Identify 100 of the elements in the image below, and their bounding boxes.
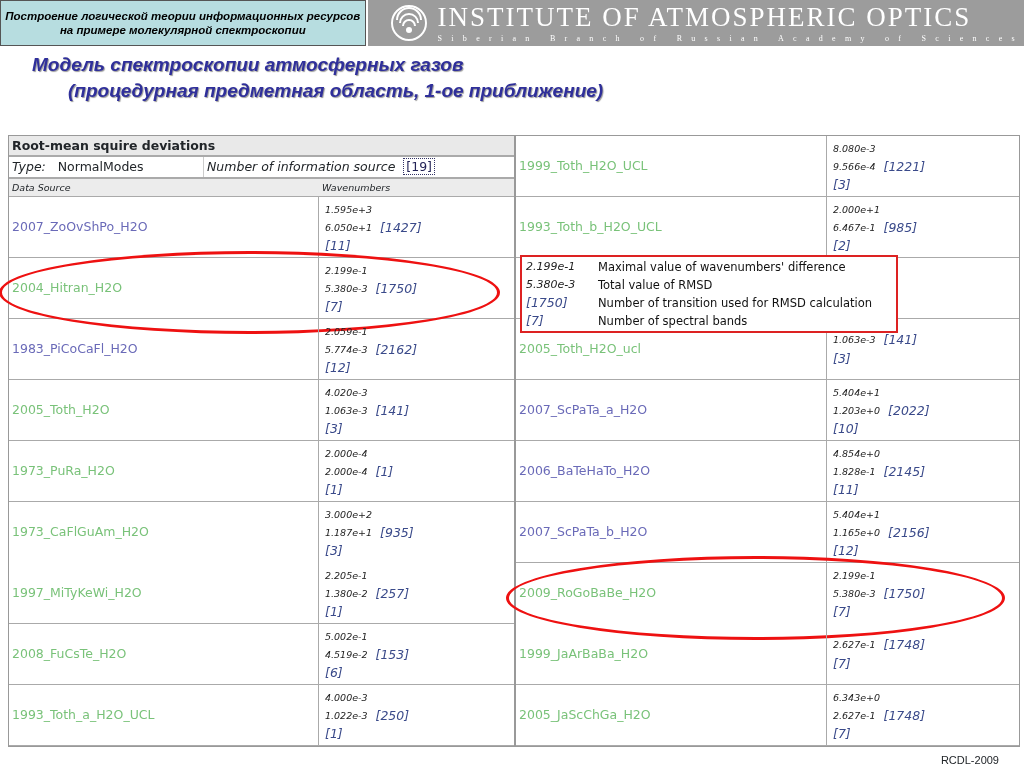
rmsd-value: 2.627e-1	[833, 638, 876, 652]
rmsd-value: 5.774e-3	[325, 342, 368, 357]
rmsd-value: 1.187e+1	[325, 526, 373, 540]
legend-value: 2.199e-1	[526, 259, 577, 275]
column-header: Wavenumbers	[321, 181, 392, 195]
source-link[interactable]: 2007_ZoOvShPo_H2O	[12, 217, 148, 237]
band-count: [7]	[325, 297, 343, 315]
legend-value: [1750]	[526, 294, 569, 312]
band-count: [11]	[833, 480, 859, 498]
slide-title: (процедурная предметная область, 1-ое приближение)	[68, 80, 604, 101]
band-count: [3]	[833, 350, 851, 367]
max-value: 5.404e+1	[833, 385, 881, 400]
type-label: Type:	[12, 159, 46, 174]
max-value: 2.199e-1	[325, 263, 368, 278]
transition-count: [141]	[883, 331, 918, 348]
band-count: [1]	[325, 724, 343, 742]
transition-count: [1748]	[883, 636, 926, 653]
rmsd-value: 6.467e-1	[833, 220, 876, 235]
rmsd-value: 4.519e-2	[325, 647, 368, 662]
band-count: [10]	[833, 419, 859, 437]
institute-name: INSTITUTE OF ATMOSPHERIC OPTICS	[437, 3, 973, 31]
banner-text: Построение логической теории информационных ресурсов	[5, 8, 361, 23]
rmsd-value: 5.380e-3	[325, 281, 368, 296]
rmsd-value: 1.203e+0	[833, 403, 881, 418]
logo-icon	[389, 4, 428, 42]
max-value: 5.404e+1	[833, 507, 881, 522]
sources-label: Number of information source	[207, 159, 396, 174]
band-count: [3]	[833, 175, 851, 193]
rmsd-value: 1.828e-1	[833, 464, 876, 479]
legend-value: [7]	[526, 312, 545, 330]
rmsd-value: 1.380e-2	[325, 586, 368, 601]
source-link[interactable]: 1993_Toth_a_H2O_UCL	[12, 705, 155, 725]
max-value: 2.199e-1	[833, 568, 876, 583]
slide-title: Модель спектроскопии атмосферных газов	[32, 54, 464, 75]
rmsd-value: 1.063e-3	[833, 333, 876, 347]
transition-count: [257]	[375, 584, 410, 602]
max-value: 4.000e-3	[325, 690, 368, 705]
rmsd-value: 9.566e-4	[833, 159, 876, 174]
band-count: [11]	[325, 236, 351, 254]
source-link[interactable]: 1999_JaArBaBa_H2O	[519, 644, 648, 664]
source-link[interactable]: 1999_Toth_H2O_UCL	[519, 156, 648, 176]
band-count: [12]	[833, 541, 859, 559]
transition-count: [1750]	[883, 585, 926, 602]
max-value: 4.854e+0	[833, 446, 881, 461]
band-count: [6]	[325, 663, 343, 681]
legend-text: Total value of RMSD	[598, 277, 714, 294]
source-link[interactable]: 2005_Toth_H2O_ucl	[519, 339, 641, 359]
source-link[interactable]: 1983_PiCoCaFl_H2O	[12, 339, 138, 359]
branch-name: Siberian Branch of Russian Academy of Sciences	[437, 33, 1024, 43]
band-count: [1]	[325, 480, 343, 498]
legend-text: Maximal value of wavenumbers' difference	[598, 259, 847, 276]
banner-text: на примере молекулярной спектроскопии	[59, 23, 306, 38]
max-value: 2.000e+1	[833, 202, 881, 217]
transition-count: [1427]	[380, 218, 422, 236]
max-value: 8.080e-3	[833, 141, 876, 156]
source-link[interactable]: 2007_ScPaTa_a_H2O	[519, 400, 648, 420]
source-link[interactable]: 2007_ScPaTa_b_H2O	[519, 522, 648, 542]
legend-text: Number of transition used for RMSD calculation	[598, 295, 873, 312]
transition-count: [250]	[375, 706, 410, 724]
transition-count: [1748]	[883, 706, 926, 724]
source-link[interactable]: 1993_Toth_b_H2O_UCL	[519, 217, 662, 237]
legend-value: 5.380e-3	[526, 277, 577, 293]
transition-count: [2156]	[888, 523, 930, 541]
max-value: 5.002e-1	[325, 629, 368, 644]
transition-count: [1750]	[375, 279, 418, 297]
source-link[interactable]: 2009_RoGoBaBe_H2O	[519, 584, 657, 603]
footer-text: RCDL-2009	[940, 754, 999, 766]
band-count: [1]	[325, 602, 343, 620]
transition-count: [1221]	[883, 157, 926, 175]
transition-count: [1]	[375, 462, 394, 480]
max-value: 1.595e+3	[325, 202, 373, 217]
source-link[interactable]: 2008_FuCsTe_H2O	[12, 644, 127, 664]
source-link[interactable]: 2005_Toth_H2O	[12, 400, 110, 420]
rmsd-value: 2.000e-4	[325, 464, 368, 479]
source-link[interactable]: 1973_PuRa_H2O	[12, 461, 115, 481]
rmsd-value: 5.380e-3	[833, 587, 876, 601]
source-link[interactable]: 1973_CaFlGuAm_H2O	[12, 523, 149, 542]
transition-count: [153]	[375, 645, 410, 663]
source-link[interactable]: 2006_BaTeHaTo_H2O	[519, 461, 651, 481]
max-value: 6.343e+0	[833, 690, 881, 705]
band-count: [3]	[325, 542, 343, 560]
rmsd-value: 6.050e+1	[325, 220, 373, 235]
sources-count[interactable]: [19]	[403, 158, 435, 175]
max-value: 2.000e-4	[325, 446, 368, 461]
rmsd-value: 1.165e+0	[833, 525, 881, 540]
max-value: 3.000e+2	[325, 507, 373, 522]
band-count: [7]	[833, 603, 851, 621]
max-value: 2.205e-1	[325, 568, 368, 583]
rmsd-value: 1.022e-3	[325, 708, 368, 723]
rmsd-value: 2.627e-1	[833, 708, 876, 723]
type-value: NormalModes	[57, 159, 144, 174]
transition-count: [141]	[375, 401, 410, 419]
source-link[interactable]: 2005_JaScChGa_H2O	[519, 705, 651, 725]
transition-count: [2022]	[888, 401, 930, 419]
source-link[interactable]: 1997_MiTyKeWi_H2O	[12, 583, 142, 603]
table-title: Root-mean squire deviations	[12, 138, 216, 153]
transition-count: [935]	[380, 524, 414, 541]
source-link[interactable]: 2004_Hitran_H2O	[12, 278, 122, 298]
transition-count: [2162]	[375, 340, 418, 358]
band-count: [12]	[325, 358, 351, 376]
